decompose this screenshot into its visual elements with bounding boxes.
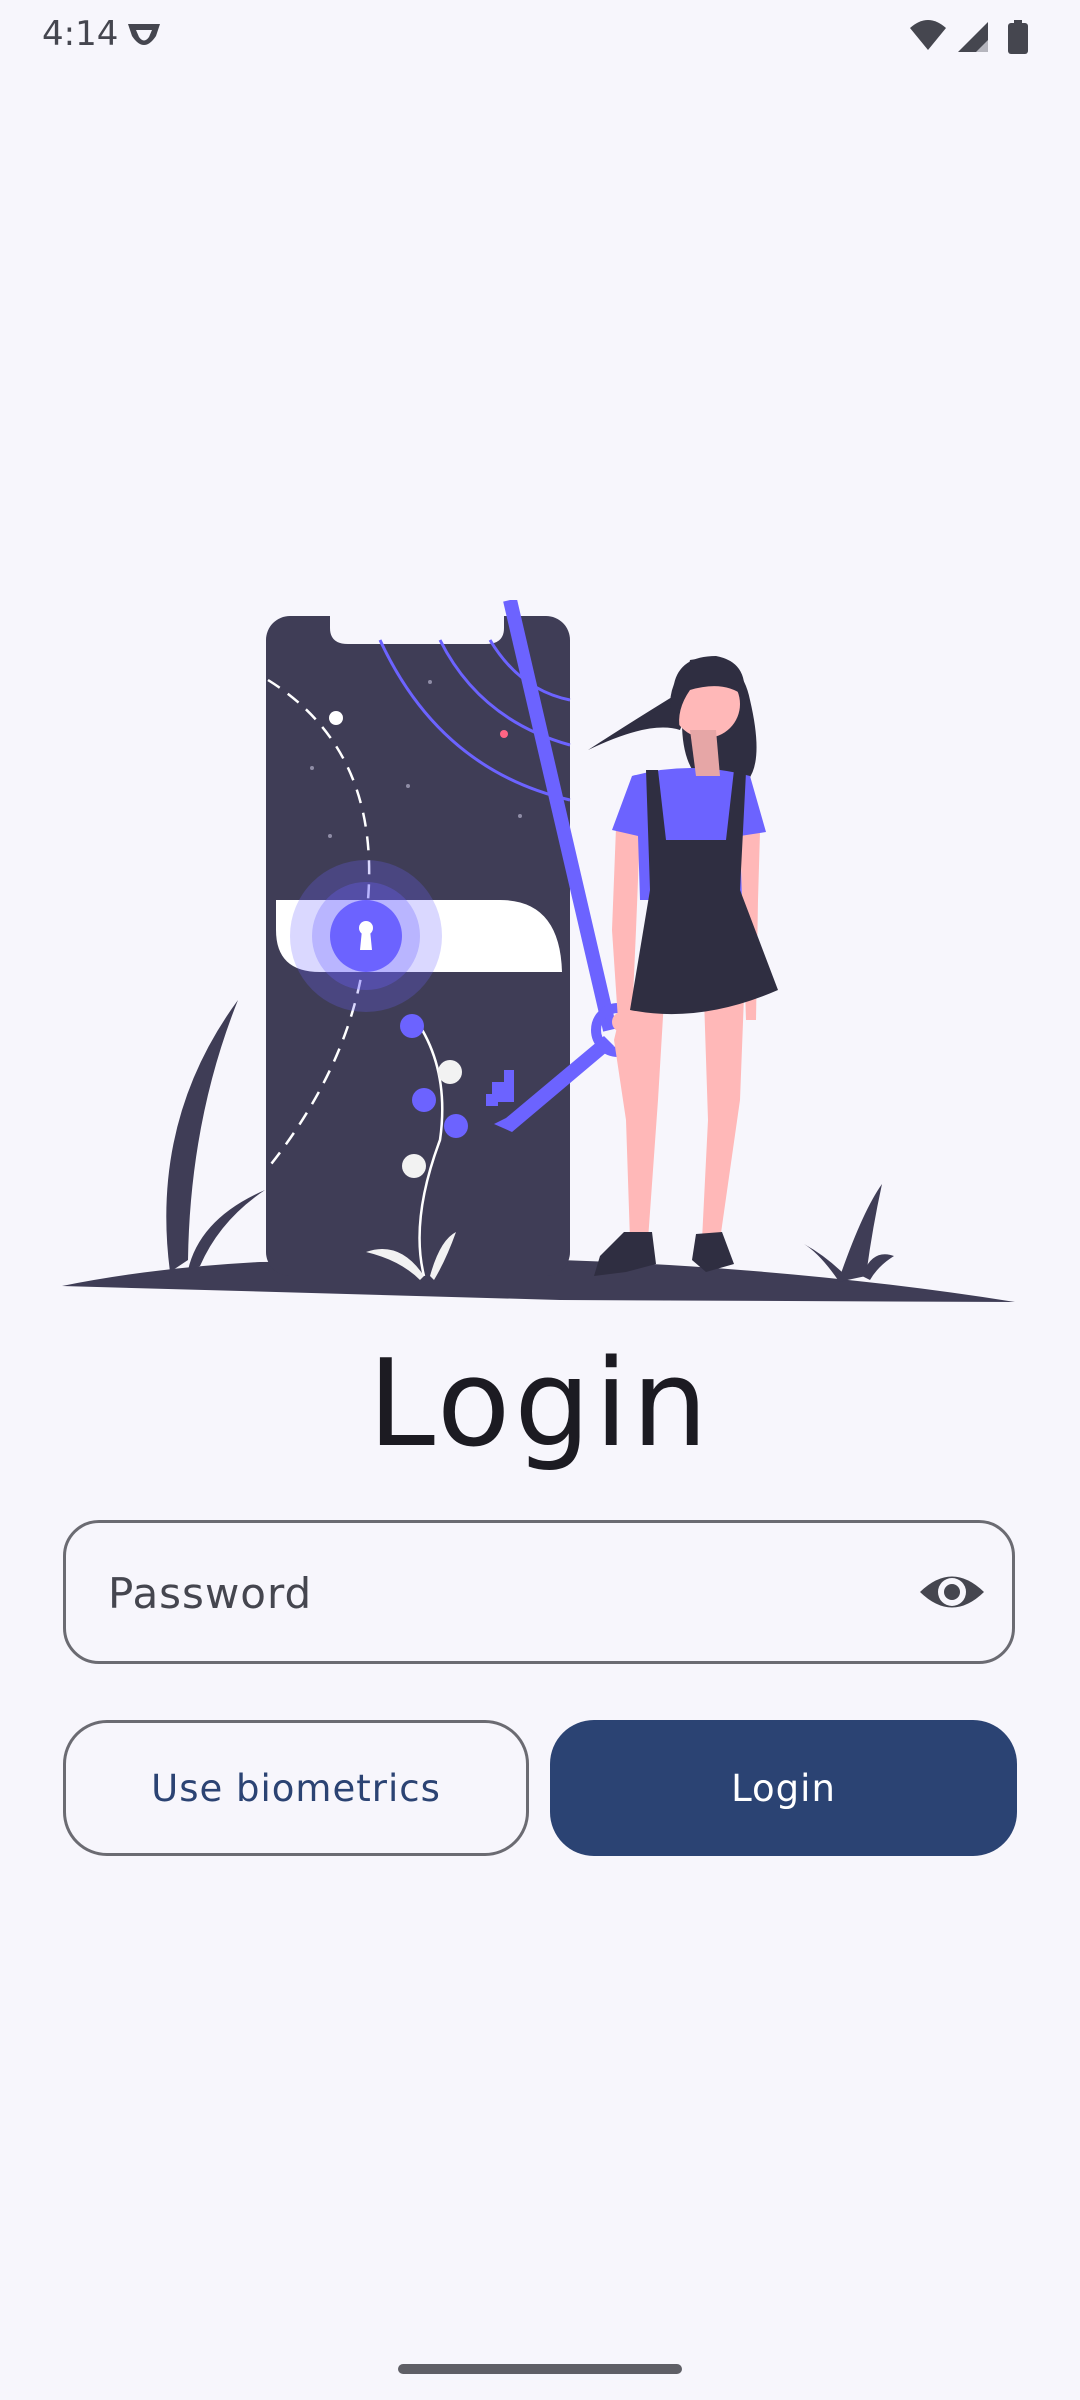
gesture-nav-handle[interactable] — [398, 2364, 682, 2374]
password-input[interactable] — [106, 1523, 930, 1663]
use-biometrics-button[interactable]: Use biometrics — [63, 1720, 529, 1856]
eye-icon[interactable] — [918, 1559, 986, 1625]
cell-signal-icon — [958, 22, 988, 52]
password-field[interactable] — [63, 1520, 1015, 1664]
phone-notch — [330, 616, 504, 644]
woman-figure — [588, 656, 778, 1276]
wifi-icon — [910, 20, 946, 50]
plant-leaf-left-small — [188, 1190, 265, 1270]
status-bar: 4:14 — [0, 0, 1080, 72]
status-icons — [910, 20, 1028, 54]
phone-graphic — [266, 616, 571, 1280]
page-title: Login — [368, 1335, 712, 1474]
app-notification-icon — [128, 24, 160, 45]
battery-icon — [1008, 20, 1028, 54]
login-button[interactable]: Login — [550, 1720, 1017, 1856]
plant-leaf-left — [166, 1000, 238, 1272]
status-time: 4:14 — [42, 14, 119, 54]
login-illustration — [62, 600, 1015, 1302]
